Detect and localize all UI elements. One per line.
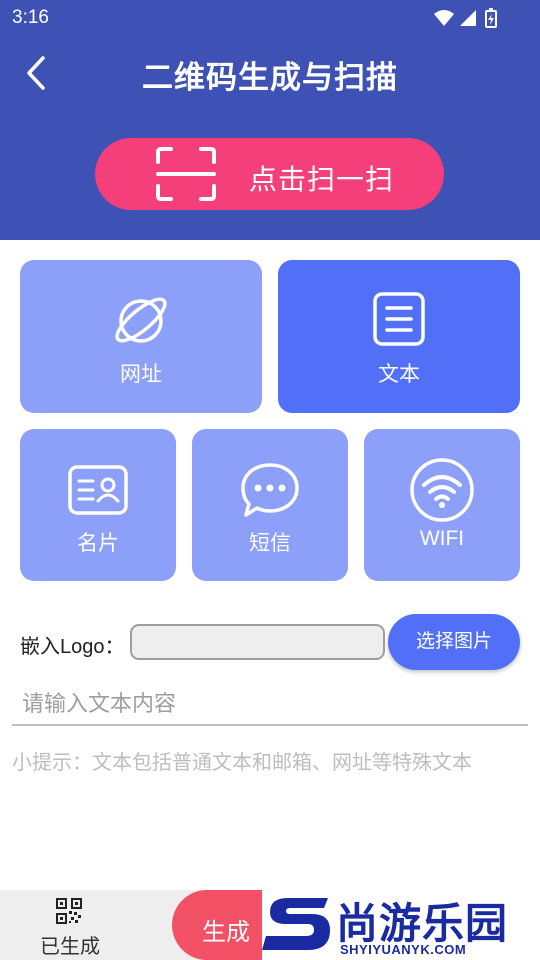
scan-button[interactable]: 点击扫一扫: [95, 138, 444, 210]
battery-icon: [485, 8, 497, 28]
status-time: 3:16: [12, 7, 49, 28]
hint-text: 小提示：文本包括普通文本和邮箱、网址等特殊文本: [12, 752, 472, 774]
planet-icon: [115, 297, 167, 343]
watermark-logo-icon: [262, 898, 330, 950]
chat-bubble-icon: [241, 463, 299, 517]
choose-image-button[interactable]: 选择图片: [388, 614, 520, 670]
header: 3:16 二维码生成与扫描 点击扫一扫: [0, 0, 540, 240]
logo-label: 嵌入Logo：: [20, 636, 125, 658]
status-bar: 3:16: [0, 0, 540, 36]
tile-wifi-label: WIFI: [419, 527, 465, 550]
watermark: 尚游乐园 SHYIYUANYK.COM: [262, 890, 540, 960]
tile-text-label: 文本: [378, 363, 420, 386]
tile-text[interactable]: 文本: [278, 260, 520, 413]
tile-url-label: 网址: [120, 363, 162, 386]
document-icon: [373, 292, 425, 346]
scan-button-label: 点击扫一扫: [249, 164, 395, 195]
page-title: 二维码生成与扫描: [142, 60, 398, 95]
watermark-brand-en: SHYIYUANYK.COM: [340, 942, 467, 957]
logo-input[interactable]: [130, 624, 385, 660]
tile-sms-label: 短信: [249, 532, 291, 555]
generated-tab[interactable]: 已生成: [0, 890, 140, 960]
wifi-signal-icon: [434, 10, 454, 26]
tile-wifi[interactable]: WIFI: [364, 429, 520, 581]
text-content-input[interactable]: [12, 684, 528, 726]
generate-button-label: 生成: [202, 919, 250, 946]
tile-card[interactable]: 名片: [20, 429, 176, 581]
generated-tab-label: 已生成: [40, 936, 100, 958]
qr-code-icon: [56, 898, 82, 924]
tile-sms[interactable]: 短信: [192, 429, 348, 581]
status-icons: [434, 8, 497, 28]
tile-url[interactable]: 网址: [20, 260, 262, 413]
cell-signal-icon: [460, 10, 476, 26]
contact-card-icon: [68, 465, 128, 515]
wifi-icon: [410, 458, 474, 522]
tile-card-label: 名片: [77, 532, 119, 555]
scan-icon: [156, 147, 216, 201]
